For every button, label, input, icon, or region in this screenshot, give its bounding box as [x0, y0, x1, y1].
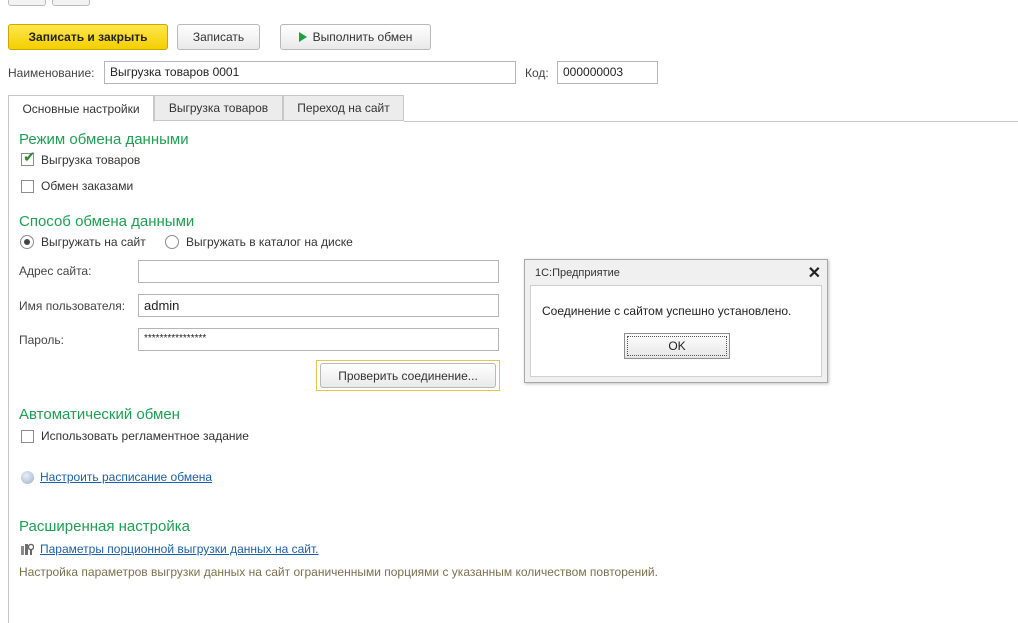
message-dialog: 1С:Предприятие ✕ Соединение с сайтом усп…	[524, 259, 828, 383]
dialog-body: Соединение с сайтом успешно установлено.…	[530, 285, 822, 377]
username-label: Имя пользователя:	[19, 299, 126, 313]
section-title-exchange-method: Способ обмена данными	[19, 213, 195, 230]
use-scheduled-task-label: Использовать регламентное задание	[41, 429, 249, 443]
name-field[interactable]: Выгрузка товаров 0001	[104, 61, 516, 84]
tab-label: Основные настройки	[22, 101, 140, 116]
site-address-field[interactable]	[138, 260, 499, 283]
dialog-message: Соединение с сайтом успешно установлено.	[542, 304, 792, 318]
save-button[interactable]: Записать	[177, 24, 260, 50]
code-field[interactable]: 000000003	[557, 61, 658, 84]
dialog-title: 1С:Предприятие	[535, 267, 620, 279]
portion-export-params-link[interactable]: Параметры порционной выгрузки данных на …	[40, 542, 318, 556]
tab-goods-export[interactable]: Выгрузка товаров	[154, 95, 283, 121]
configure-schedule-link[interactable]: Настроить расписание обмена	[40, 470, 212, 484]
save-and-close-button[interactable]: Записать и закрыть	[8, 24, 168, 50]
section-title-advanced: Расширенная настройка	[19, 518, 190, 535]
radio-export-to-site-label: Выгружать на сайт	[41, 235, 146, 249]
username-field[interactable]: admin	[138, 294, 499, 317]
tab-main-settings[interactable]: Основные настройки	[8, 95, 154, 122]
site-address-label: Адрес сайта:	[19, 264, 92, 278]
order-exchange-checkbox[interactable]	[21, 180, 34, 193]
use-scheduled-task-checkbox[interactable]	[21, 430, 34, 443]
password-field[interactable]: ****************	[138, 328, 499, 351]
save-label: Записать	[192, 30, 245, 44]
close-icon[interactable]: ✕	[808, 263, 821, 283]
save-and-close-label: Записать и закрыть	[28, 30, 148, 44]
export-goods-label: Выгрузка товаров	[41, 153, 141, 167]
run-exchange-label: Выполнить обмен	[312, 30, 413, 44]
top-toolbar-button-back[interactable]	[8, 0, 46, 6]
advanced-description: Настройка параметров выгрузки данных на …	[19, 565, 658, 579]
tab-divider	[404, 121, 1018, 122]
section-title-auto-exchange: Автоматический обмен	[19, 406, 180, 423]
tab-label: Выгрузка товаров	[168, 101, 269, 115]
order-exchange-label: Обмен заказами	[41, 179, 134, 193]
ok-button[interactable]: OK	[624, 333, 730, 359]
play-icon	[298, 32, 307, 42]
code-label: Код:	[525, 66, 549, 80]
export-goods-checkbox[interactable]: ✔	[21, 149, 36, 166]
schedule-clock-icon	[21, 471, 34, 484]
top-toolbar-button-forward[interactable]	[52, 0, 90, 6]
radio-export-to-disk[interactable]	[165, 235, 179, 249]
radio-export-to-site[interactable]	[20, 235, 34, 249]
settings-gear-icon	[21, 543, 34, 555]
checkmark-icon: ✔	[23, 149, 36, 166]
radio-selected-dot	[24, 239, 30, 245]
check-connection-button[interactable]: Проверить соединение...	[320, 363, 496, 388]
section-title-exchange-mode: Режим обмена данными	[19, 131, 189, 148]
radio-export-to-disk-label: Выгружать в каталог на диске	[186, 235, 353, 249]
ok-label: OK	[668, 339, 686, 353]
run-exchange-button[interactable]: Выполнить обмен	[280, 24, 431, 50]
panel-left-border	[8, 121, 9, 623]
password-label: Пароль:	[19, 333, 64, 347]
name-label: Наименование:	[8, 66, 95, 80]
tab-go-to-site[interactable]: Переход на сайт	[283, 95, 404, 121]
tab-label: Переход на сайт	[297, 101, 390, 115]
check-connection-label: Проверить соединение...	[338, 368, 478, 383]
